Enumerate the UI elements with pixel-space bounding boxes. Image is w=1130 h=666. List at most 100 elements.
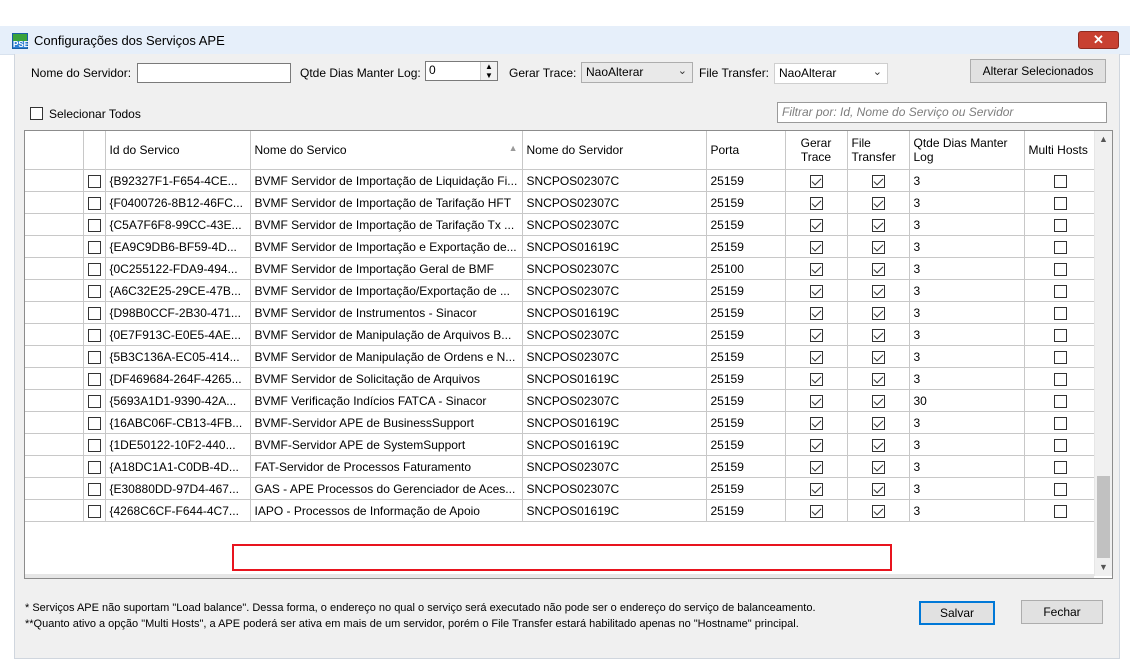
cell-id[interactable]: {A18DC1A1-C0DB-4D... (104, 455, 251, 478)
cell-trace[interactable] (784, 169, 848, 192)
cell-trace[interactable] (784, 191, 848, 214)
cell-file[interactable] (846, 213, 910, 236)
cell-file[interactable] (846, 455, 910, 478)
checkbox-icon[interactable] (1053, 460, 1067, 474)
checkbox-icon[interactable] (87, 306, 101, 320)
row-select-checkbox[interactable] (82, 389, 106, 412)
row-select-checkbox[interactable] (82, 455, 106, 478)
row-select-checkbox[interactable] (82, 191, 106, 214)
checkbox-checked-icon[interactable] (871, 504, 885, 518)
header-nome[interactable]: Nome do Servico ▲ (249, 131, 523, 170)
cell-servidor[interactable]: SNCPOS02307C (521, 323, 707, 346)
cell-nome[interactable]: BVMF Servidor de Solicitação de Arquivos (249, 367, 523, 390)
servidor-input[interactable] (137, 63, 291, 83)
cell-nome[interactable]: BVMF Servidor de Importação e Exportação… (249, 235, 523, 258)
row-header[interactable] (25, 301, 84, 324)
cell-multi[interactable] (1023, 455, 1097, 478)
table-row[interactable]: {C5A7F6F8-99CC-43E... BVMF Servidor de Im… (25, 213, 1097, 236)
cell-id[interactable]: {E30880DD-97D4-467... (104, 477, 251, 500)
row-header[interactable] (25, 257, 84, 280)
checkbox-icon[interactable] (87, 460, 101, 474)
vertical-scrollbar[interactable]: ▲ ▼ (1094, 131, 1112, 576)
cell-multi[interactable] (1023, 213, 1097, 236)
cell-multi[interactable] (1023, 367, 1097, 390)
trace-select[interactable]: NaoAlterar ⌄ (581, 62, 693, 83)
header-dias[interactable]: Qtde Dias Manter Log (908, 131, 1025, 170)
checkbox-checked-icon[interactable] (871, 240, 885, 254)
cell-nome[interactable]: BVMF Servidor de Importação de Tarifação… (249, 213, 523, 236)
cell-id[interactable]: {0C255122-FDA9-494... (104, 257, 251, 280)
row-select-checkbox[interactable] (82, 323, 106, 346)
cell-dias[interactable]: 3 (908, 257, 1025, 280)
checkbox-checked-icon[interactable] (809, 306, 823, 320)
checkbox-checked-icon[interactable] (809, 438, 823, 452)
scroll-up-icon[interactable]: ▲ (1095, 131, 1112, 148)
cell-nome[interactable]: BVMF Servidor de Importação Geral de BMF (249, 257, 523, 280)
cell-nome[interactable]: BVMF-Servidor APE de SystemSupport (249, 433, 523, 456)
checkbox-checked-icon[interactable] (809, 416, 823, 430)
checkbox-icon[interactable] (1053, 174, 1067, 188)
cell-nome[interactable]: BVMF Servidor de Importação de Liquidaçã… (249, 169, 523, 192)
cell-porta[interactable]: 25159 (705, 411, 786, 434)
cell-trace[interactable] (784, 433, 848, 456)
row-select-checkbox[interactable] (82, 499, 106, 522)
scroll-down-icon[interactable]: ▼ (1095, 559, 1112, 576)
row-select-checkbox[interactable] (82, 411, 106, 434)
cell-trace[interactable] (784, 477, 848, 500)
checkbox-icon[interactable] (87, 196, 101, 210)
header-id[interactable]: Id do Servico (104, 131, 251, 170)
cell-nome[interactable]: BVMF Servidor de Instrumentos - Sinacor (249, 301, 523, 324)
close-button[interactable]: Fechar (1021, 600, 1103, 624)
table-row[interactable]: {F0400726-8B12-46FC... BVMF Servidor de I… (25, 191, 1097, 214)
table-row[interactable]: {1DE50122-10F2-440... BVMF-Servidor APE d… (25, 433, 1097, 456)
checkbox-checked-icon[interactable] (809, 174, 823, 188)
cell-nome[interactable]: BVMF Servidor de Manipulação de Ordens e… (249, 345, 523, 368)
cell-porta[interactable]: 25159 (705, 235, 786, 258)
checkbox-checked-icon[interactable] (871, 196, 885, 210)
cell-porta[interactable]: 25159 (705, 455, 786, 478)
checkbox-icon[interactable] (87, 504, 101, 518)
row-header[interactable] (25, 499, 84, 522)
alterar-selecionados-button[interactable]: Alterar Selecionados (970, 59, 1106, 83)
table-row[interactable]: {EA9C9DB6-BF59-4D... BVMF Servidor de Imp… (25, 235, 1097, 258)
cell-servidor[interactable]: SNCPOS02307C (521, 279, 707, 302)
checkbox-icon[interactable] (87, 240, 101, 254)
dias-input[interactable]: 0 ▲ ▼ (425, 61, 498, 81)
checkbox-icon[interactable] (87, 262, 101, 276)
cell-porta[interactable]: 25159 (705, 477, 786, 500)
cell-file[interactable] (846, 367, 910, 390)
header-select[interactable] (82, 131, 106, 170)
table-row[interactable]: {B92327F1-F654-4CE... BVMF Servidor de Im… (25, 169, 1097, 192)
window-close-button[interactable]: ✕ (1078, 31, 1119, 49)
cell-porta[interactable]: 25159 (705, 169, 786, 192)
row-header[interactable] (25, 279, 84, 302)
cell-file[interactable] (846, 345, 910, 368)
checkbox-checked-icon[interactable] (809, 218, 823, 232)
dias-spinner[interactable]: ▲ ▼ (480, 62, 497, 80)
cell-porta[interactable]: 25159 (705, 367, 786, 390)
cell-servidor[interactable]: SNCPOS01619C (521, 499, 707, 522)
row-select-checkbox[interactable] (82, 279, 106, 302)
checkbox-icon[interactable] (1053, 350, 1067, 364)
cell-dias[interactable]: 3 (908, 477, 1025, 500)
scroll-thumb[interactable] (1097, 476, 1110, 558)
cell-id[interactable]: {C5A7F6F8-99CC-43E... (104, 213, 251, 236)
table-row[interactable]: {A18DC1A1-C0DB-4D... FAT-Servidor de Proc… (25, 455, 1097, 478)
cell-multi[interactable] (1023, 433, 1097, 456)
cell-id[interactable]: {B92327F1-F654-4CE... (104, 169, 251, 192)
checkbox-checked-icon[interactable] (871, 218, 885, 232)
checkbox-icon[interactable] (87, 328, 101, 342)
cell-file[interactable] (846, 169, 910, 192)
cell-id[interactable]: {5B3C136A-EC05-414... (104, 345, 251, 368)
cell-servidor[interactable]: SNCPOS02307C (521, 213, 707, 236)
row-select-checkbox[interactable] (82, 235, 106, 258)
cell-dias[interactable]: 3 (908, 499, 1025, 522)
checkbox-checked-icon[interactable] (871, 460, 885, 474)
filter-input[interactable]: Filtrar por: Id, Nome do Serviço ou Serv… (777, 102, 1107, 123)
cell-trace[interactable] (784, 389, 848, 412)
cell-nome[interactable]: BVMF Verificação Indícios FATCA - Sinaco… (249, 389, 523, 412)
checkbox-checked-icon[interactable] (871, 174, 885, 188)
cell-file[interactable] (846, 279, 910, 302)
file-transfer-select[interactable]: NaoAlterar ⌄ (774, 63, 888, 84)
checkbox-checked-icon[interactable] (809, 504, 823, 518)
